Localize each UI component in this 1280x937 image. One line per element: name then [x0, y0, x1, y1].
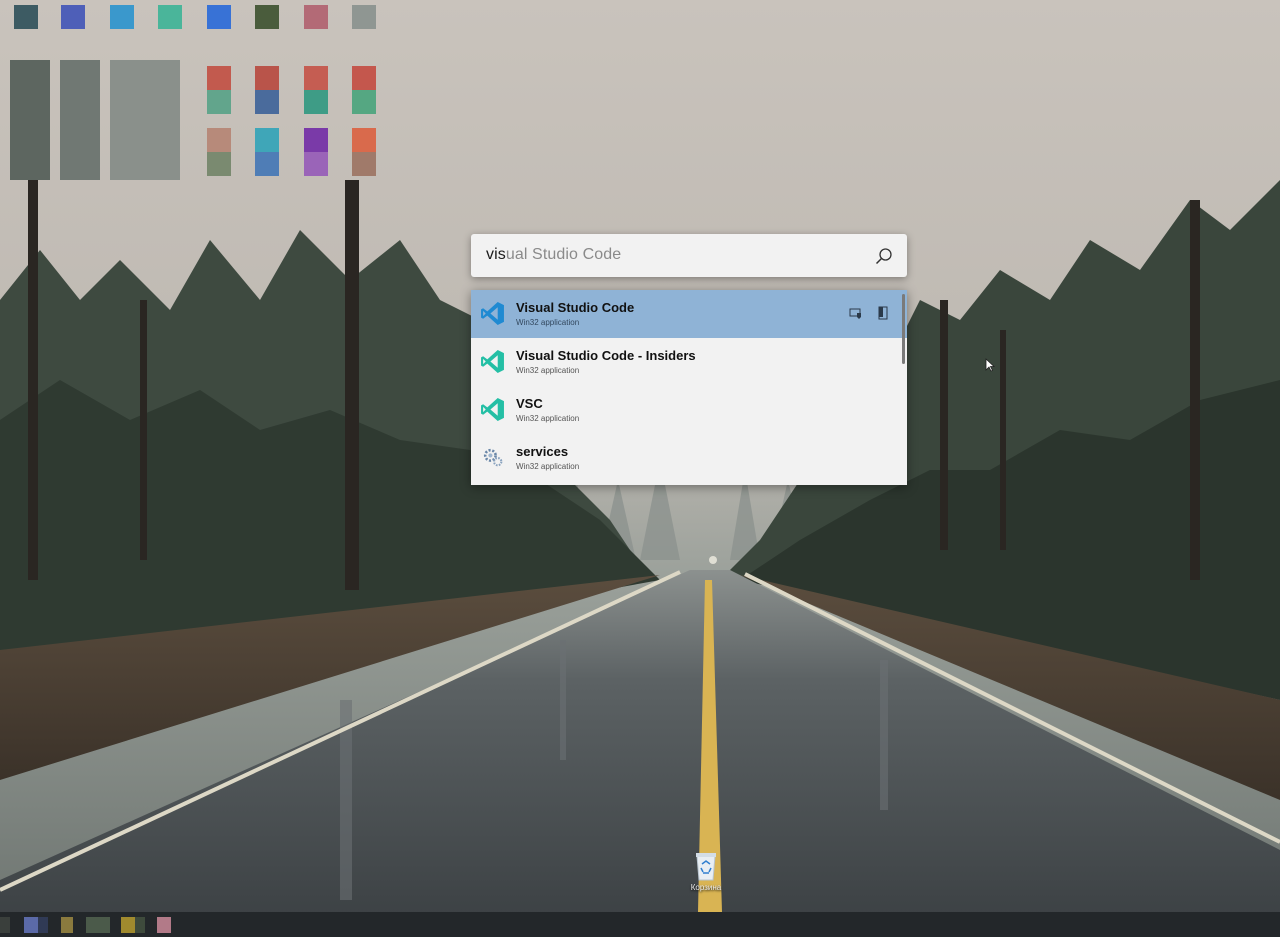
desktop-app-icon[interactable]: [304, 90, 328, 114]
desktop-app-icon[interactable]: [207, 128, 231, 152]
vscode-insiders-icon: [481, 350, 504, 373]
desktop-app-icon[interactable]: [255, 5, 279, 29]
desktop-app-icon[interactable]: [304, 128, 328, 152]
result-title: Visual Studio Code - Insiders: [516, 348, 696, 363]
result-subtitle: Win32 application: [516, 318, 580, 327]
search-icon[interactable]: [875, 247, 893, 265]
result-item-visual-studio-code[interactable]: Visual Studio Code Win32 application: [471, 290, 907, 338]
desktop-app-icon[interactable]: [61, 5, 85, 29]
open-containing-folder-icon[interactable]: [876, 306, 890, 320]
desktop-app-icon[interactable]: [352, 90, 376, 114]
desktop-app-icon[interactable]: [255, 66, 279, 90]
search-autocomplete-text: ual Studio Code: [505, 246, 622, 263]
search-typed-text: vis: [486, 246, 506, 263]
desktop-app-icon[interactable]: [255, 128, 279, 152]
recycle-bin-label: Корзина: [690, 883, 722, 892]
launcher-results-list: Visual Studio Code Win32 application Vis…: [471, 290, 907, 485]
desktop-app-icon[interactable]: [255, 90, 279, 114]
desktop-app-icon[interactable]: [110, 60, 180, 180]
result-title: VSC: [516, 396, 543, 411]
desktop-app-icon[interactable]: [304, 5, 328, 29]
desktop-app-icon[interactable]: [10, 60, 50, 180]
taskbar-app-icon[interactable]: [157, 917, 171, 933]
desktop-app-icon[interactable]: [352, 152, 376, 176]
desktop-app-icon[interactable]: [60, 60, 100, 180]
recycle-bin-icon: [696, 853, 716, 881]
result-item-visual-studio-code-insiders[interactable]: Visual Studio Code - Insiders Win32 appl…: [471, 338, 907, 386]
launcher-search-box[interactable]: visual Studio Code: [471, 234, 907, 277]
desktop-app-icon[interactable]: [304, 152, 328, 176]
desktop-app-icon[interactable]: [110, 5, 134, 29]
vscode-insiders-icon: [481, 398, 504, 421]
results-scrollbar[interactable]: [902, 294, 905, 364]
desktop-app-icon[interactable]: [158, 5, 182, 29]
taskbar-app-icon[interactable]: [121, 917, 135, 933]
taskbar-app-icon[interactable]: [24, 917, 38, 933]
vscode-blue-icon: [481, 302, 504, 325]
recycle-bin[interactable]: Корзина: [688, 850, 724, 898]
taskbar-app-icon[interactable]: [61, 917, 73, 933]
search-input[interactable]: visual Studio Code: [486, 246, 621, 264]
desktop-app-icon[interactable]: [207, 90, 231, 114]
mouse-cursor-icon: [985, 358, 995, 372]
taskbar-app-icon[interactable]: [0, 917, 10, 933]
run-as-admin-icon[interactable]: [849, 306, 863, 320]
desktop-app-icon[interactable]: [207, 66, 231, 90]
taskbar-app-icon[interactable]: [86, 917, 110, 933]
desktop-app-icon[interactable]: [352, 128, 376, 152]
taskbar-app-icon[interactable]: [38, 917, 48, 933]
desktop-app-icon[interactable]: [352, 66, 376, 90]
result-title: Visual Studio Code: [516, 300, 635, 315]
result-subtitle: Win32 application: [516, 366, 580, 375]
services-gear-icon: [483, 448, 503, 467]
taskbar-app-icon[interactable]: [135, 917, 145, 933]
result-item-vsc[interactable]: VSC Win32 application: [471, 386, 907, 434]
desktop-app-icon[interactable]: [14, 5, 38, 29]
result-subtitle: Win32 application: [516, 462, 580, 471]
desktop-app-icon[interactable]: [304, 66, 328, 90]
result-title: services: [516, 444, 569, 459]
desktop-app-icon[interactable]: [207, 152, 231, 176]
desktop-app-icon[interactable]: [207, 5, 231, 29]
desktop-app-icon[interactable]: [352, 5, 376, 29]
taskbar: [0, 912, 1280, 937]
result-subtitle: Win32 application: [516, 414, 580, 423]
result-item-services[interactable]: services Win32 application: [471, 434, 907, 482]
desktop-app-icon[interactable]: [255, 152, 279, 176]
